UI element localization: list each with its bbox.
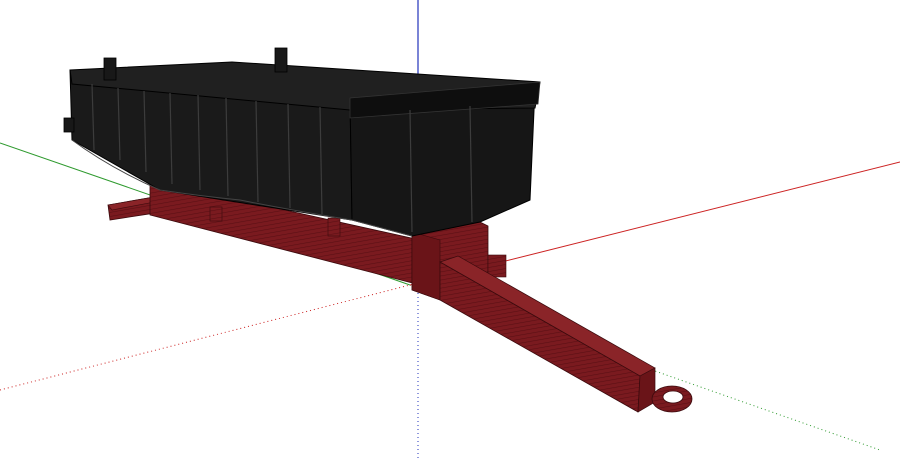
drawbar-side xyxy=(439,261,641,413)
bin-tailgate-post-2 xyxy=(274,47,288,73)
hitch-post xyxy=(487,254,507,278)
model-scene[interactable] xyxy=(0,0,900,458)
bin-rear-stub xyxy=(63,117,75,133)
front-housing-face xyxy=(411,231,441,301)
bin-tailgate-post-1 xyxy=(103,57,117,81)
3d-viewport[interactable] xyxy=(0,0,900,458)
hitch-ring-hole xyxy=(662,390,684,404)
frame-block-left xyxy=(209,206,223,222)
red-axis-dotted xyxy=(0,284,411,391)
frame-block-mid xyxy=(327,217,341,237)
